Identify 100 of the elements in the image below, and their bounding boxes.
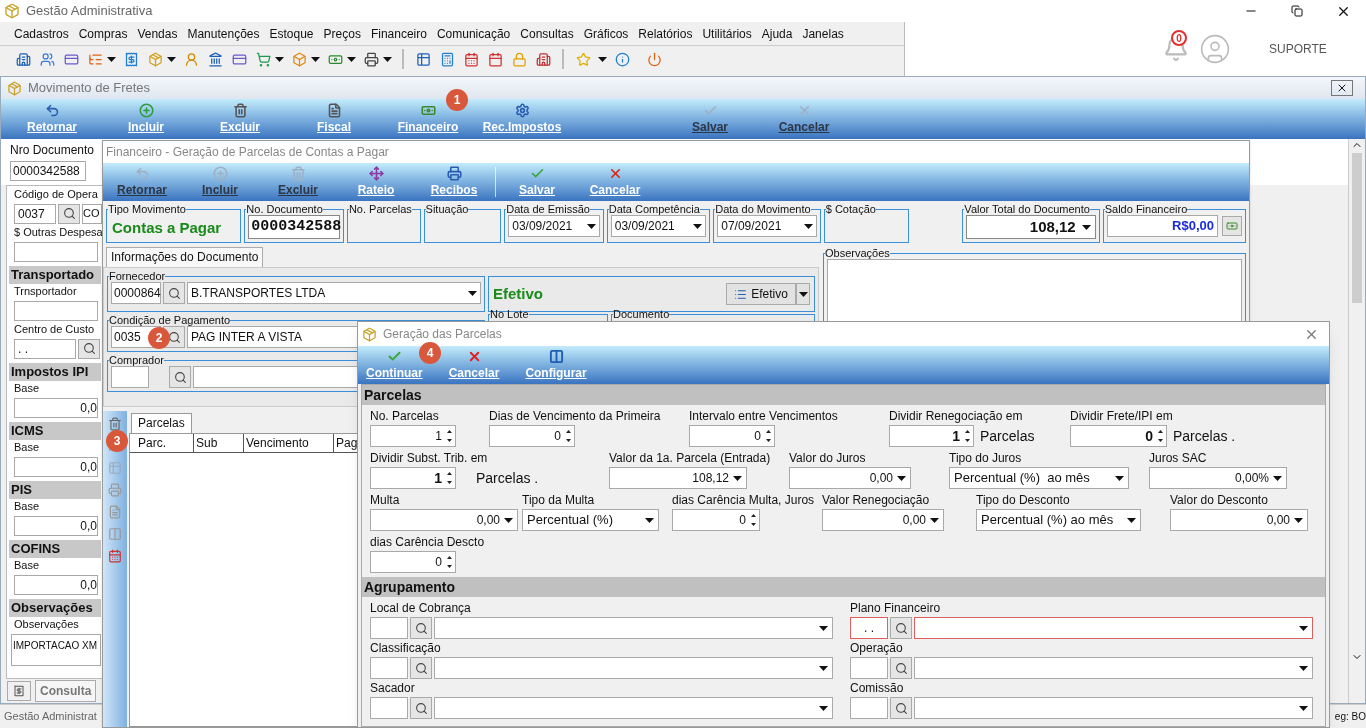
amount-dropdown[interactable]: 0,00 (370, 509, 518, 531)
number-spin-field[interactable]: 0 (1070, 425, 1167, 447)
code-field[interactable]: 0037 (14, 203, 56, 224)
total-value-dropdown[interactable]: 108,12 (966, 215, 1096, 239)
document-number-field[interactable]: 0000342588 (10, 161, 86, 181)
number-spin-field[interactable]: 1 (370, 425, 456, 447)
dropdown-arrow-icon (311, 56, 320, 62)
amount-dropdown[interactable]: 108,12 (609, 467, 747, 489)
number-spin-field[interactable]: 0 (370, 551, 456, 573)
menu-item[interactable]: Compras (78, 24, 128, 43)
document-number-field[interactable]: 0000342588 (248, 215, 340, 239)
menu-item[interactable]: Gráficos (583, 24, 629, 43)
field-label: $ Outras Despesa (13, 225, 102, 240)
group-label: No. Parcelas (348, 203, 412, 215)
close-button[interactable] (1331, 80, 1353, 96)
type-dropdown[interactable]: Percentual (%) (522, 509, 659, 531)
code-field[interactable] (850, 657, 888, 679)
date-picker[interactable]: 03/09/2021 (508, 215, 600, 237)
scroll-thumb[interactable] (1352, 153, 1362, 303)
amount-field[interactable]: 0,0 (14, 397, 98, 418)
menu-item[interactable]: Financeiro (370, 24, 427, 43)
menu-item[interactable]: Vendas (137, 24, 178, 43)
dropdown-arrow-icon (275, 56, 284, 62)
name-dropdown[interactable]: B.TRANSPORTES LTDA (187, 282, 481, 304)
search-button[interactable] (410, 657, 432, 679)
tab[interactable]: Parcelas (131, 413, 192, 433)
toolbar-icon-button[interactable] (534, 50, 552, 68)
menu-item[interactable]: Manutenções (187, 24, 260, 43)
amount-field[interactable]: 0,0 (14, 515, 98, 536)
tab[interactable]: Consulta (35, 680, 97, 702)
name-dropdown[interactable] (914, 617, 1313, 639)
field-label: Juros SAC (1149, 450, 1207, 467)
search-button[interactable] (163, 282, 185, 304)
dropdown-button[interactable] (796, 283, 810, 305)
columns-icon[interactable] (108, 527, 122, 541)
page-icon[interactable] (108, 505, 122, 519)
code-field[interactable]: . . (14, 338, 76, 359)
menu-item[interactable]: Ajuda (761, 24, 793, 43)
status-button[interactable]: Efetivo (726, 283, 796, 305)
number-spin-field[interactable]: 0 (672, 509, 760, 531)
name-field[interactable]: CO (82, 203, 102, 224)
trash-icon[interactable] (108, 417, 122, 431)
amount-dropdown[interactable]: 0,00 (822, 509, 944, 531)
menu-item[interactable]: Janelas (802, 24, 844, 43)
notification-bell-icon[interactable] (1163, 36, 1189, 62)
search-button[interactable] (890, 697, 912, 719)
search-icon (894, 701, 908, 715)
toolbar-icon-button[interactable] (613, 50, 631, 68)
notes-field[interactable]: IMPORTACAO XM (11, 634, 101, 666)
search-button[interactable] (410, 617, 432, 639)
menu-item[interactable]: Utilitários (702, 24, 752, 43)
section-header: ICMS (9, 422, 101, 440)
search-button[interactable] (890, 657, 912, 679)
toolbar-icon-button[interactable] (38, 50, 56, 68)
tab[interactable]: Informações do Documento (106, 247, 264, 267)
number-spin-field[interactable]: 1 (370, 467, 456, 489)
code-field[interactable] (370, 617, 408, 639)
code-field[interactable] (111, 366, 149, 388)
spin-arrows-icon (765, 429, 772, 443)
text-field[interactable] (14, 300, 98, 321)
code-field[interactable]: 0000864 (111, 282, 161, 304)
search-button[interactable] (890, 617, 912, 639)
toolbar-icon-button[interactable] (414, 50, 432, 68)
menu-item[interactable]: Consultas (520, 24, 574, 43)
toolbar-icon-button[interactable] (486, 50, 504, 68)
date-picker[interactable]: 07/09/2021 (717, 215, 817, 237)
calendar-search-icon[interactable] (108, 549, 122, 563)
search-button[interactable] (78, 338, 100, 359)
info-icon (614, 51, 630, 67)
amount-field[interactable]: 0,0 (14, 456, 98, 477)
code-field[interactable]: . . (850, 617, 888, 639)
number-spin-field[interactable]: 0 (689, 425, 775, 447)
status-text: eg: BO (1334, 710, 1366, 724)
number-spin-field[interactable]: 1 (889, 425, 974, 447)
date-picker[interactable]: 03/09/2021 (610, 215, 707, 237)
amount-dropdown[interactable]: 0,00% (1149, 467, 1287, 489)
toolbar-icon-button[interactable] (462, 50, 480, 68)
toolbar-icon-button[interactable] (206, 50, 224, 68)
amount-dropdown[interactable]: 0,00 (1170, 509, 1308, 531)
type-dropdown[interactable]: Percentual (%) ao mês (976, 509, 1141, 531)
menu-item[interactable]: Relatórios (638, 24, 693, 43)
notification-count: 0 (1171, 30, 1187, 46)
search-button[interactable] (169, 366, 191, 388)
user-avatar-icon[interactable] (1199, 33, 1231, 65)
menu-item[interactable]: Preços (323, 24, 361, 43)
amount-field[interactable]: 0,0 (14, 574, 98, 595)
menu-item[interactable]: Estoque (269, 24, 314, 43)
text-field[interactable] (14, 241, 98, 262)
menu-item[interactable]: Cadastros (14, 24, 69, 43)
code-field[interactable] (370, 697, 408, 719)
amount-dropdown[interactable]: 0,00 (789, 467, 911, 489)
toolbar-icon-button[interactable] (14, 50, 32, 68)
menu-item[interactable]: Comunicação (436, 24, 511, 43)
search-button[interactable] (410, 697, 432, 719)
code-field[interactable] (850, 697, 888, 719)
code-field[interactable] (370, 657, 408, 679)
plus-circle-icon (212, 165, 228, 181)
type-dropdown[interactable]: Percentual (%) ao mês (949, 467, 1129, 489)
search-button[interactable] (58, 203, 80, 224)
number-spin-field[interactable]: 0 (489, 425, 575, 447)
